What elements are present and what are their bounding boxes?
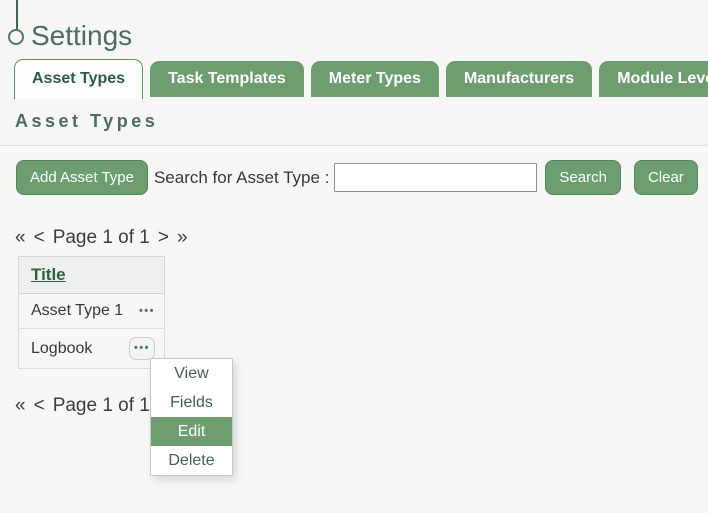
tab-task-templates[interactable]: Task Templates [150, 61, 304, 97]
ellipsis-icon[interactable]: ••• [139, 306, 155, 317]
nav-circle-icon[interactable] [8, 29, 24, 45]
section-title: Asset Types [15, 111, 158, 132]
clear-button[interactable]: Clear [634, 160, 698, 195]
tab-manufacturers[interactable]: Manufacturers [446, 61, 592, 97]
settings-tabs: Asset Types Task Templates Meter Types M… [14, 59, 708, 99]
page-indicator: Page 1 of 1 [53, 227, 150, 249]
last-page-button[interactable]: » [177, 227, 188, 249]
column-header-title[interactable]: Title [18, 256, 165, 294]
add-asset-type-button[interactable]: Add Asset Type [16, 160, 148, 195]
tab-module-levels[interactable]: Module Levels [599, 61, 708, 97]
table-row: Logbook ••• [18, 329, 165, 369]
ellipsis-icon[interactable]: ••• [129, 337, 155, 360]
menu-item-edit[interactable]: Edit [151, 417, 232, 446]
first-page-button[interactable]: « [15, 227, 26, 249]
toolbar: Add Asset Type Search for Asset Type : S… [16, 160, 698, 195]
row-actions-menu: View Fields Edit Delete [150, 358, 233, 476]
search-input[interactable] [334, 163, 537, 192]
search-label: Search for Asset Type : [154, 168, 329, 188]
section-divider [0, 145, 708, 146]
pagination-top: « < Page 1 of 1 > » [15, 227, 188, 249]
row-title: Logbook [31, 340, 92, 358]
settings-page: Settings Asset Types Task Templates Mete… [0, 0, 708, 513]
tab-asset-types[interactable]: Asset Types [14, 59, 143, 99]
tab-meter-types[interactable]: Meter Types [311, 61, 439, 97]
table-row: Asset Type 1 ••• [18, 294, 165, 329]
page-indicator: Page 1 of 1 [53, 395, 150, 417]
menu-item-view[interactable]: View [151, 359, 232, 388]
menu-item-delete[interactable]: Delete [151, 446, 232, 475]
next-page-button[interactable]: > [158, 227, 169, 249]
first-page-button[interactable]: « [15, 395, 26, 417]
nav-connector-line [16, 0, 18, 30]
prev-page-button[interactable]: < [34, 227, 45, 249]
row-title: Asset Type 1 [31, 302, 123, 320]
asset-types-table: Title Asset Type 1 ••• Logbook ••• [18, 256, 165, 369]
search-button[interactable]: Search [545, 160, 621, 195]
prev-page-button[interactable]: < [34, 395, 45, 417]
menu-item-fields[interactable]: Fields [151, 388, 232, 417]
page-title: Settings [31, 20, 132, 52]
